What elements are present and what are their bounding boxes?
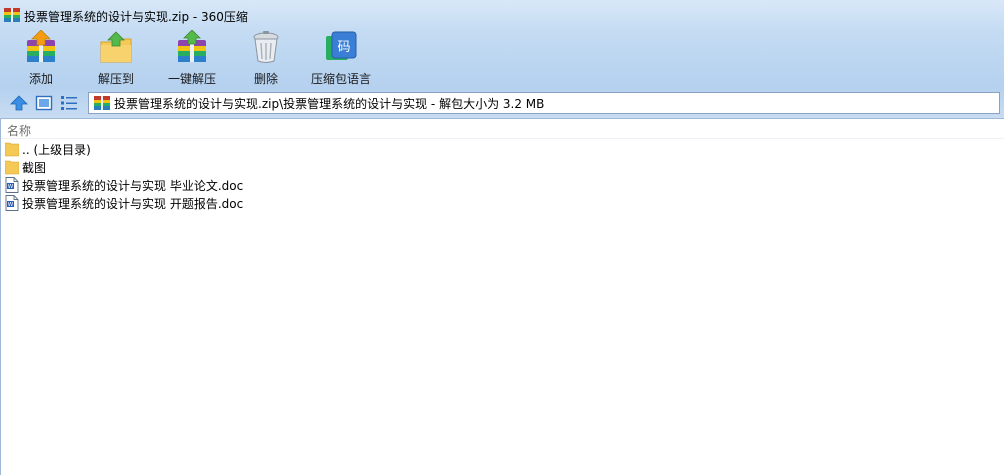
zip-archive-icon xyxy=(4,8,20,22)
trash-can-icon xyxy=(253,31,279,63)
archive-language-button[interactable]: 码 压缩包语言 xyxy=(306,30,376,88)
address-path-text: 投票管理系统的设计与实现.zip\投票管理系统的设计与实现 - 解包大小为 3.… xyxy=(114,97,545,111)
list-item-screenshots-folder[interactable]: 截图 xyxy=(1,158,421,176)
archive-language-button-label: 压缩包语言 xyxy=(310,72,371,86)
list-view-icon[interactable] xyxy=(60,94,78,112)
window-title: 投票管理系统的设计与实现.zip - 360压缩 xyxy=(24,10,248,24)
file-list: 名称 .. (上级目录) 截图 W 投票管理系统的设计与实现 毕业论文.doc xyxy=(0,119,1004,475)
list-item-label: 截图 xyxy=(22,161,47,175)
word-doc-icon: W xyxy=(5,195,19,211)
thumbnail-view-icon[interactable] xyxy=(35,94,53,112)
svg-text:码: 码 xyxy=(337,40,350,55)
address-bar-row: 投票管理系统的设计与实现.zip\投票管理系统的设计与实现 - 解包大小为 3.… xyxy=(0,90,1004,116)
folder-icon xyxy=(5,160,19,175)
list-item-label: 投票管理系统的设计与实现 开题报告.doc xyxy=(22,197,244,211)
up-arrow-icon[interactable] xyxy=(10,94,28,112)
title-bar: 投票管理系统的设计与实现.zip - 360压缩 xyxy=(0,0,1004,30)
extract-to-button[interactable]: 解压到 xyxy=(92,30,140,88)
extract-to-button-label: 解压到 xyxy=(97,72,134,86)
window-chrome: 投票管理系统的设计与实现.zip - 360压缩 添加 解压到 一键解压 删除 … xyxy=(0,0,1004,119)
folder-icon xyxy=(5,142,19,157)
column-header-divider xyxy=(1,138,1004,139)
app-window: 投票管理系统的设计与实现.zip - 360压缩 添加 解压到 一键解压 删除 … xyxy=(0,0,1004,475)
word-doc-icon: W xyxy=(5,177,19,193)
one-click-extract-button[interactable]: 一键解压 xyxy=(162,30,222,88)
one-click-extract-button-label: 一键解压 xyxy=(167,72,216,86)
list-item-label: 投票管理系统的设计与实现 毕业论文.doc xyxy=(22,179,244,193)
extract-to-icon xyxy=(100,31,132,63)
address-path-field[interactable]: 投票管理系统的设计与实现.zip\投票管理系统的设计与实现 - 解包大小为 3.… xyxy=(88,92,1000,114)
zip-archive-icon xyxy=(94,96,110,110)
list-item-proposal-doc[interactable]: W 投票管理系统的设计与实现 开题报告.doc xyxy=(1,194,421,212)
archive-language-icon: 码 xyxy=(326,31,357,60)
delete-button[interactable]: 删除 xyxy=(242,30,290,88)
svg-text:W: W xyxy=(8,184,14,190)
add-archive-icon xyxy=(27,30,55,62)
toolbar: 添加 解压到 一键解压 删除 码 压缩包语言 xyxy=(0,30,1004,88)
one-click-extract-icon xyxy=(178,30,206,62)
svg-text:W: W xyxy=(8,202,14,208)
delete-button-label: 删除 xyxy=(253,72,278,86)
add-button-label: 添加 xyxy=(28,72,53,86)
add-button[interactable]: 添加 xyxy=(17,30,65,88)
list-item-label: .. (上级目录) xyxy=(22,143,91,157)
list-item-parent-directory[interactable]: .. (上级目录) xyxy=(1,140,421,158)
column-header-name[interactable]: 名称 xyxy=(7,122,31,139)
list-item-thesis-doc[interactable]: W 投票管理系统的设计与实现 毕业论文.doc xyxy=(1,176,421,194)
